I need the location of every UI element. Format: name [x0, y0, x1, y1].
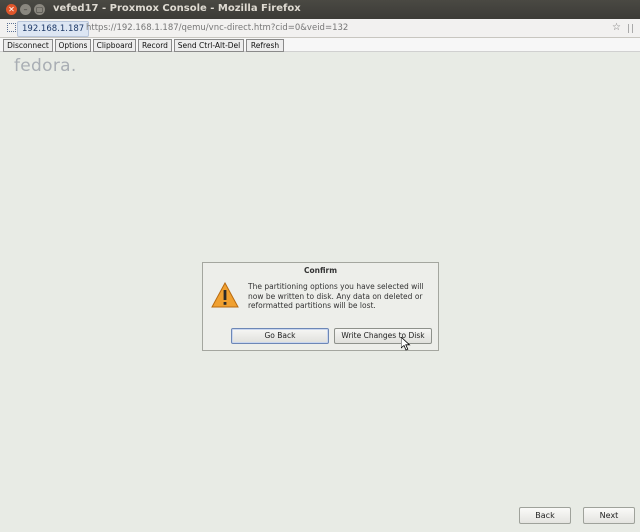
address-bar: 192.168.1.187 https://192.168.1.187/qemu… [0, 19, 640, 38]
dialog-message: The partitioning options you have select… [248, 282, 424, 310]
window-minimize-button[interactable]: – [20, 4, 31, 15]
back-button[interactable]: Back [519, 507, 571, 524]
disconnect-button[interactable]: Disconnect [3, 39, 53, 52]
window-maximize-button[interactable]: ▢ [34, 4, 45, 15]
bookmark-star-icon[interactable]: ☆ [612, 22, 621, 33]
go-back-button[interactable]: Go Back [231, 328, 329, 344]
window-close-button[interactable]: ✕ [6, 4, 17, 15]
clipboard-button[interactable]: Clipboard [93, 39, 136, 52]
url-input[interactable]: https://192.168.1.187/qemu/vnc-direct.ht… [86, 23, 348, 33]
site-identity-icon[interactable] [7, 23, 16, 32]
warning-icon [211, 282, 239, 308]
vnc-toolbar: Disconnect Options Clipboard Record Send… [0, 38, 640, 52]
refresh-button[interactable]: Refresh [246, 39, 284, 52]
next-button[interactable]: Next [583, 507, 635, 524]
mouse-pointer-icon [401, 337, 411, 351]
record-button[interactable]: Record [138, 39, 172, 52]
fedora-logo: fedora. [14, 56, 77, 76]
options-button[interactable]: Options [55, 39, 91, 52]
toolbar-grip-icon [628, 24, 633, 33]
window-titlebar: ✕ – ▢ vefed17 - Proxmox Console - Mozill… [0, 0, 640, 19]
dialog-title: Confirm [303, 266, 338, 275]
send-ctrl-alt-del-button[interactable]: Send Ctrl-Alt-Del [174, 39, 244, 52]
window-title: vefed17 - Proxmox Console - Mozilla Fire… [53, 3, 301, 14]
site-host-badge[interactable]: 192.168.1.187 [17, 21, 90, 37]
fedora-logo-text: fedora [14, 56, 71, 76]
write-changes-button[interactable]: Write Changes to Disk [334, 328, 432, 344]
